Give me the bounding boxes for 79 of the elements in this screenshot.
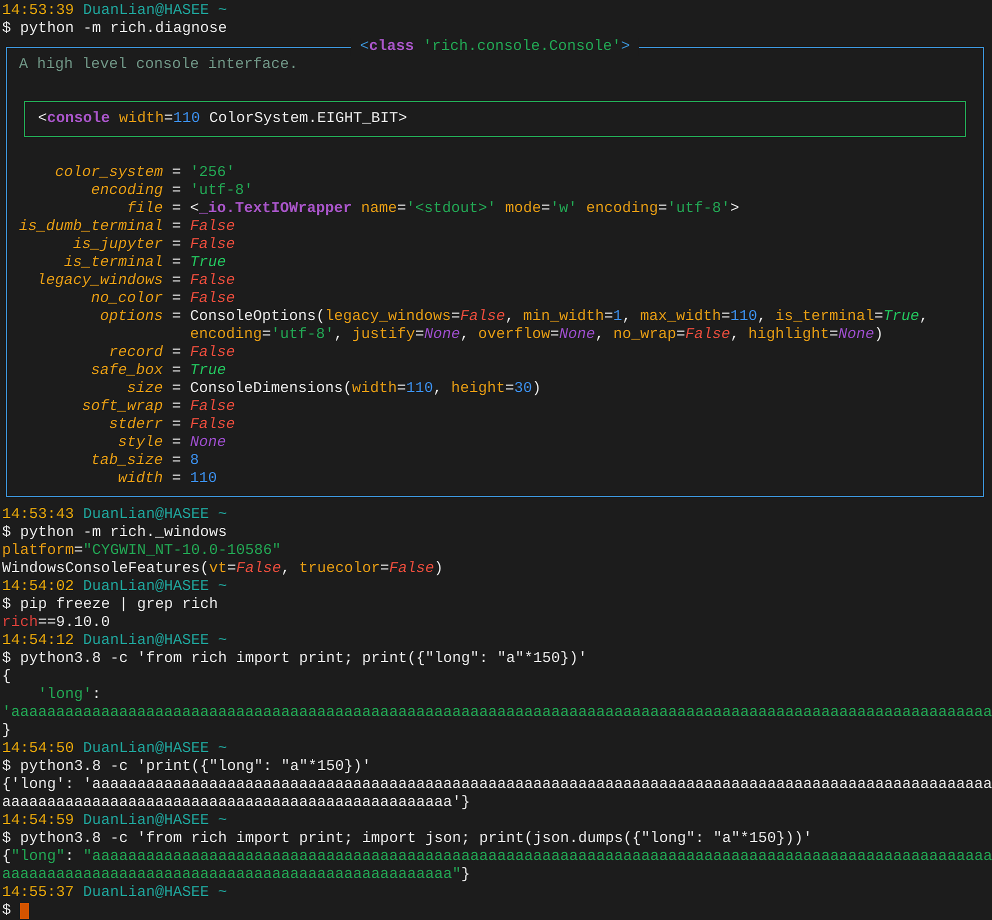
attribute-value: None <box>190 434 226 452</box>
attribute-value: True <box>190 254 226 272</box>
attribute-value: <_io.TextIOWrapper name='<stdout>' mode='w' encoding='utf-8'> <box>190 200 740 218</box>
equals-sign: = <box>172 452 181 469</box>
equals-sign: = <box>172 290 181 307</box>
equals-sign: = <box>172 470 181 487</box>
terminal-line: 14:54:50 DuanLian@HASEE ~ <box>2 740 228 758</box>
attribute-value: ConsoleOptions(legacy_windows=False, min_width=1, max_width=110, is_terminal=True, <box>190 308 928 326</box>
attribute-value: encoding='utf-8', justify=None, overflow=None, no_wrap=False, highlight=None) <box>190 326 884 344</box>
terminal-line: aaaaaaaaaaaaaaaaaaaaaaaaaaaaaaaaaaaaaaaaaaaaaaaaaa'} <box>2 794 470 812</box>
terminal-line: {"long": "aaaaaaaaaaaaaaaaaaaaaaaaaaaaaaaaaaaaaaaaaaaaaaaaaaaaaaaaaaaaaaaaaaaaaaaaaaaaaaaaaaaaaaaaaaaaaaaaaaaa <box>2 848 992 866</box>
terminal-line: 'aaaaaaaaaaaaaaaaaaaaaaaaaaaaaaaaaaaaaaaaaaaaaaaaaaaaaaaaaaaaaaaaaaaaaaaaaaaaaaaaaaaaaaaaaaaaaaaaaaaaaaaaaaaaa <box>2 704 992 722</box>
attribute-name: stderr <box>108 416 163 433</box>
terminal-line: $ python -m rich.diagnose <box>2 20 228 38</box>
equals-sign: = <box>172 308 181 325</box>
attribute-value: True <box>190 362 226 380</box>
terminal-line: { <box>2 668 12 686</box>
terminal-line: $ python3.8 -c 'from rich import print; print({"long": "a"*150})' <box>2 650 588 668</box>
terminal-line: WindowsConsoleFeatures(vt=False, truecolor=False) <box>2 560 444 578</box>
attribute-name: size <box>126 380 163 397</box>
attribute-value: ConsoleDimensions(width=110, height=30) <box>190 380 542 398</box>
attribute-name: tab_size <box>90 452 163 469</box>
console-repr: <console width=110 ColorSystem.EIGHT_BIT> <box>24 101 966 137</box>
attribute-name: encoding <box>90 182 163 199</box>
terminal-line: $ python3.8 -c 'print({"long": "a"*150})' <box>2 758 372 776</box>
attribute-name: no_color <box>90 290 163 307</box>
attribute-value: 'utf-8' <box>190 182 254 200</box>
terminal-line: 14:54:59 DuanLian@HASEE ~ <box>2 812 228 830</box>
attribute-name: safe_box <box>90 362 163 379</box>
terminal-line: platform="CYGWIN_NT-10.0-10586" <box>2 542 282 560</box>
attribute-value: 8 <box>190 452 200 470</box>
attribute-value: False <box>190 416 236 434</box>
attribute-value: False <box>190 272 236 290</box>
terminal-line: $ <box>2 902 12 920</box>
terminal-line: } <box>2 722 12 740</box>
terminal-line: rich==9.10.0 <box>2 614 110 632</box>
equals-sign: = <box>172 236 181 253</box>
equals-sign: = <box>172 398 181 415</box>
equals-sign: = <box>172 380 181 397</box>
attribute-value: False <box>190 290 236 308</box>
attribute-value: 110 <box>190 470 218 488</box>
equals-sign: = <box>172 344 181 361</box>
equals-sign: = <box>172 200 181 217</box>
attribute-name: soft_wrap <box>82 398 163 415</box>
attribute-value: '256' <box>190 164 236 182</box>
attribute-name: is_dumb_terminal <box>19 218 164 235</box>
attribute-name: file <box>126 200 163 217</box>
terminal-line: 14:54:02 DuanLian@HASEE ~ <box>2 578 228 596</box>
attribute-value: False <box>190 398 236 416</box>
equals-sign: = <box>172 254 181 271</box>
equals-sign: = <box>172 416 181 433</box>
terminal-line: $ python3.8 -c 'from rich import print; import json; print(json.dumps({"long": "a"*150}))' <box>2 830 812 848</box>
terminal-line: $ pip freeze | grep rich <box>2 596 218 614</box>
terminal-line: $ python -m rich._windows <box>2 524 228 542</box>
attribute-name: legacy_windows <box>36 272 163 289</box>
equals-sign: = <box>172 362 181 379</box>
attribute-name: is_terminal <box>64 254 163 271</box>
terminal-line: 'long': <box>37 686 102 704</box>
attribute-name: style <box>118 434 163 451</box>
equals-sign: = <box>172 218 181 235</box>
docstring-text: A high level console interface. <box>19 56 298 74</box>
attribute-name: color_system <box>54 164 163 181</box>
equals-sign: = <box>172 182 181 199</box>
terminal-line: 14:53:39 DuanLian@HASEE ~ <box>2 2 228 20</box>
terminal-line: 14:53:43 DuanLian@HASEE ~ <box>2 506 228 524</box>
attribute-value: False <box>190 236 236 254</box>
terminal-line: 14:54:12 DuanLian@HASEE ~ <box>2 632 228 650</box>
equals-sign: = <box>172 164 181 181</box>
equals-sign: = <box>172 272 181 289</box>
attribute-name: width <box>118 470 163 487</box>
attribute-name: record <box>108 344 163 361</box>
terminal-line: {'long': 'aaaaaaaaaaaaaaaaaaaaaaaaaaaaaaaaaaaaaaaaaaaaaaaaaaaaaaaaaaaaaaaaaaaaaaaaaaaaaaaaaaaaaaaaaaaaaaaaaaaa <box>2 776 992 794</box>
terminal-line: 14:55:37 DuanLian@HASEE ~ <box>2 884 228 902</box>
equals-sign: = <box>172 434 181 451</box>
terminal-line: aaaaaaaaaaaaaaaaaaaaaaaaaaaaaaaaaaaaaaaaaaaaaaaaaa"} <box>2 866 470 884</box>
attribute-name: options <box>100 308 163 325</box>
attribute-value: False <box>190 344 236 362</box>
attribute-value: False <box>190 218 236 236</box>
attribute-name: is_jupyter <box>72 236 163 253</box>
